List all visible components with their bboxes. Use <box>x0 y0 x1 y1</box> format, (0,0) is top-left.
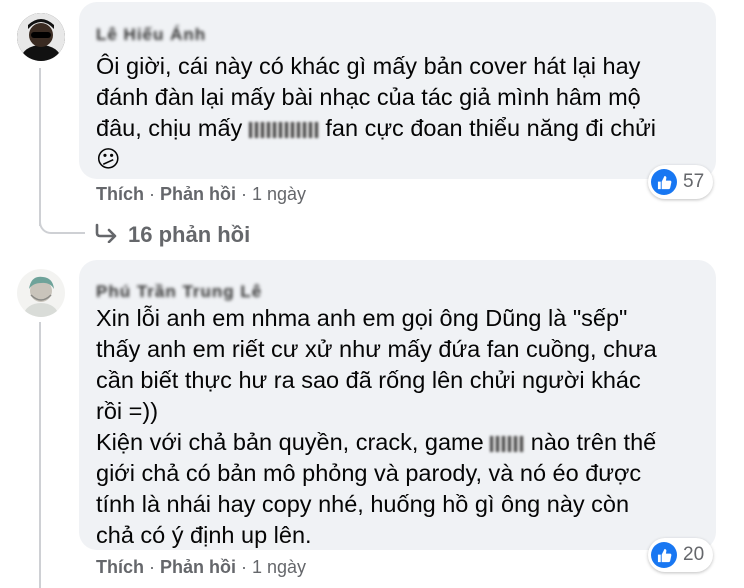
comment-line: chả có ý định up lên. <box>96 522 312 548</box>
comment-line: cần biết thực hư ra sao đã rống lên chửi… <box>96 367 641 393</box>
comment-text: Ôi giời, cái này có khác gì mấy bản cove… <box>96 51 656 175</box>
like-count: 57 <box>683 171 705 192</box>
replies-count-label: 16 phản hồi <box>128 222 251 247</box>
avatar-image-icon <box>17 13 65 61</box>
view-replies-link[interactable]: 16 phản hồi <box>94 222 250 249</box>
thumbs-up-icon <box>651 542 677 568</box>
comment-line: Xin lỗi anh em nhma anh em gọi ông Dũng … <box>96 305 628 331</box>
comment-emoji: 😕 <box>96 146 121 172</box>
comment-line: tính là nhái hay copy nhé, huống hồ gì ô… <box>96 491 630 517</box>
thread-connector-curve <box>39 218 85 234</box>
comment-line: Kiện với chả bản quyền, crack, game nào … <box>96 427 657 458</box>
reply-button[interactable]: Phản hồi <box>160 184 236 204</box>
comment-actions: Thích · Phản hồi · 1 ngày <box>96 557 307 577</box>
comment-timestamp[interactable]: 1 ngày <box>252 184 306 204</box>
comment-line-part: fan cực đoan thiểu năng đi chửi <box>325 115 657 141</box>
avatar[interactable] <box>17 13 65 61</box>
comment-line-part: Kiện với chả bản quyền, crack, game <box>96 429 484 455</box>
comment-line: rồi =)) <box>96 398 159 424</box>
comment-line: đánh đàn lại mấy bài nhạc của tác giả mì… <box>96 84 641 110</box>
comment-line: giới chả có bản mô phỏng và parody, và n… <box>96 460 642 486</box>
comment-line-part: nào trên thế <box>530 429 657 455</box>
thread-connector-vertical <box>39 322 41 588</box>
reaction-count[interactable]: 57 <box>648 165 714 199</box>
avatar-image-icon <box>17 269 65 317</box>
thumbs-up-icon <box>651 169 677 195</box>
reaction-count[interactable]: 20 <box>648 538 714 572</box>
comment-line-part: đâu, chịu mấy <box>96 115 243 141</box>
comment-author[interactable]: Phú Trần Trung Lê <box>96 282 262 302</box>
censored-word <box>490 435 525 452</box>
reply-arrow-icon <box>94 223 120 249</box>
comment-line: thấy anh em riết cư xử như mấy đứa fan c… <box>96 336 657 362</box>
censored-word <box>248 121 319 138</box>
reply-button[interactable]: Phản hồi <box>160 557 236 577</box>
comment-text: Xin lỗi anh em nhma anh em gọi ông Dũng … <box>96 303 657 551</box>
like-button[interactable]: Thích <box>96 557 144 577</box>
like-button[interactable]: Thích <box>96 184 144 204</box>
comment-line: Ôi giời, cái này có khác gì mấy bản cove… <box>96 53 641 79</box>
comment-author[interactable]: Lê Hiếu Ánh <box>96 25 206 45</box>
thread-connector-vertical <box>39 68 41 226</box>
avatar[interactable] <box>17 269 65 317</box>
comment-line: đâu, chịu mấy fan cực đoan thiểu năng đi… <box>96 113 656 144</box>
like-count: 20 <box>683 544 705 565</box>
comment-timestamp[interactable]: 1 ngày <box>252 557 306 577</box>
comment-actions: Thích · Phản hồi · 1 ngày <box>96 184 307 204</box>
